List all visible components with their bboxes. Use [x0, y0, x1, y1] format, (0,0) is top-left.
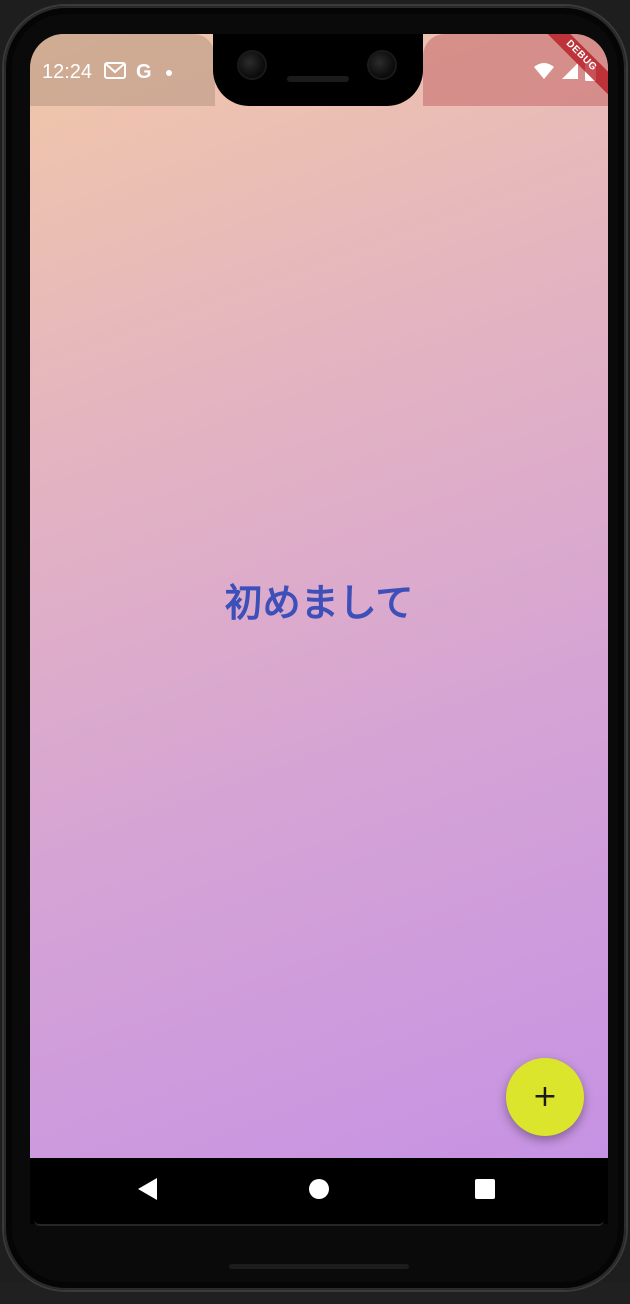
notification-dot-icon	[165, 69, 172, 76]
phone-chin-edge	[34, 1220, 604, 1226]
back-icon	[137, 1177, 159, 1205]
nav-recents-button[interactable]	[455, 1158, 515, 1224]
gmail-icon	[104, 62, 126, 83]
greeting-text: 初めまして	[224, 581, 414, 625]
nav-home-button[interactable]	[289, 1158, 349, 1224]
front-camera-left-icon	[239, 52, 265, 78]
add-fab-button[interactable]: +	[506, 1058, 584, 1136]
front-camera-right-icon	[369, 52, 395, 78]
status-time: 12:24	[42, 61, 93, 83]
bottom-speaker-grille	[229, 1264, 409, 1269]
app-screen: 12:24 G DEBUG 初めまして +	[30, 34, 608, 1224]
earpiece-speaker	[287, 76, 349, 82]
system-navigation-bar	[30, 1158, 608, 1224]
status-bar: 12:24 G DEBUG	[30, 34, 608, 106]
display-notch	[213, 34, 423, 106]
signal-icon	[561, 62, 579, 84]
google-g-icon: G	[136, 61, 152, 83]
status-notification-icons: G	[104, 61, 172, 84]
plus-icon: +	[532, 1079, 558, 1114]
nav-back-button[interactable]	[118, 1158, 178, 1224]
recents-icon	[474, 1178, 496, 1204]
home-icon	[308, 1178, 330, 1204]
phone-frame: 12:24 G DEBUG 初めまして +	[4, 6, 626, 1290]
wifi-icon	[533, 62, 555, 84]
